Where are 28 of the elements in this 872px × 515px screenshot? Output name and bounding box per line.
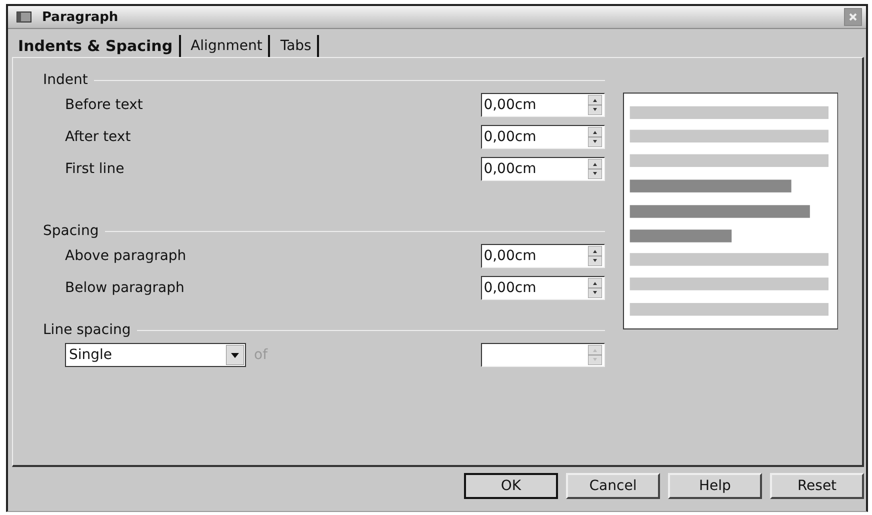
dialog-button[interactable]: OK [464, 473, 558, 499]
dropdown-arrow-icon[interactable] [226, 345, 244, 365]
dialog-button[interactable]: Help [668, 473, 762, 499]
field-label: Before text [65, 97, 144, 113]
field-label: Below paragraph [65, 280, 186, 296]
group-label: Indent [43, 72, 88, 88]
dialog-button[interactable]: Reset [770, 473, 864, 499]
field-label: Above paragraph [65, 248, 188, 264]
window-icon [16, 11, 32, 23]
group-label: Line spacing [43, 322, 131, 338]
dialog-button[interactable]: Cancel [566, 473, 660, 499]
spin-field[interactable]: 0,00cm [480, 93, 605, 117]
spin-buttons-icon[interactable] [588, 159, 602, 179]
close-button[interactable] [844, 8, 862, 26]
spin-field[interactable]: 0,00cm [480, 244, 605, 268]
spin-field[interactable]: 0,00cm [480, 157, 605, 181]
dropdown[interactable]: Single [65, 343, 246, 367]
spin-field[interactable]: 0,00cm [480, 276, 605, 300]
spin-buttons-icon[interactable] [588, 246, 602, 266]
field-label: After text [65, 129, 132, 145]
spin-buttons-icon[interactable] [588, 95, 602, 115]
spin-field[interactable]: 0,00cm [480, 125, 605, 149]
close-icon [848, 12, 858, 22]
window-title: Paragraph [42, 10, 120, 24]
field-label: First line [65, 161, 126, 177]
spin-buttons-icon[interactable] [588, 278, 602, 298]
spin-buttons-icon[interactable] [588, 127, 602, 147]
group-label: Spacing [43, 223, 99, 239]
